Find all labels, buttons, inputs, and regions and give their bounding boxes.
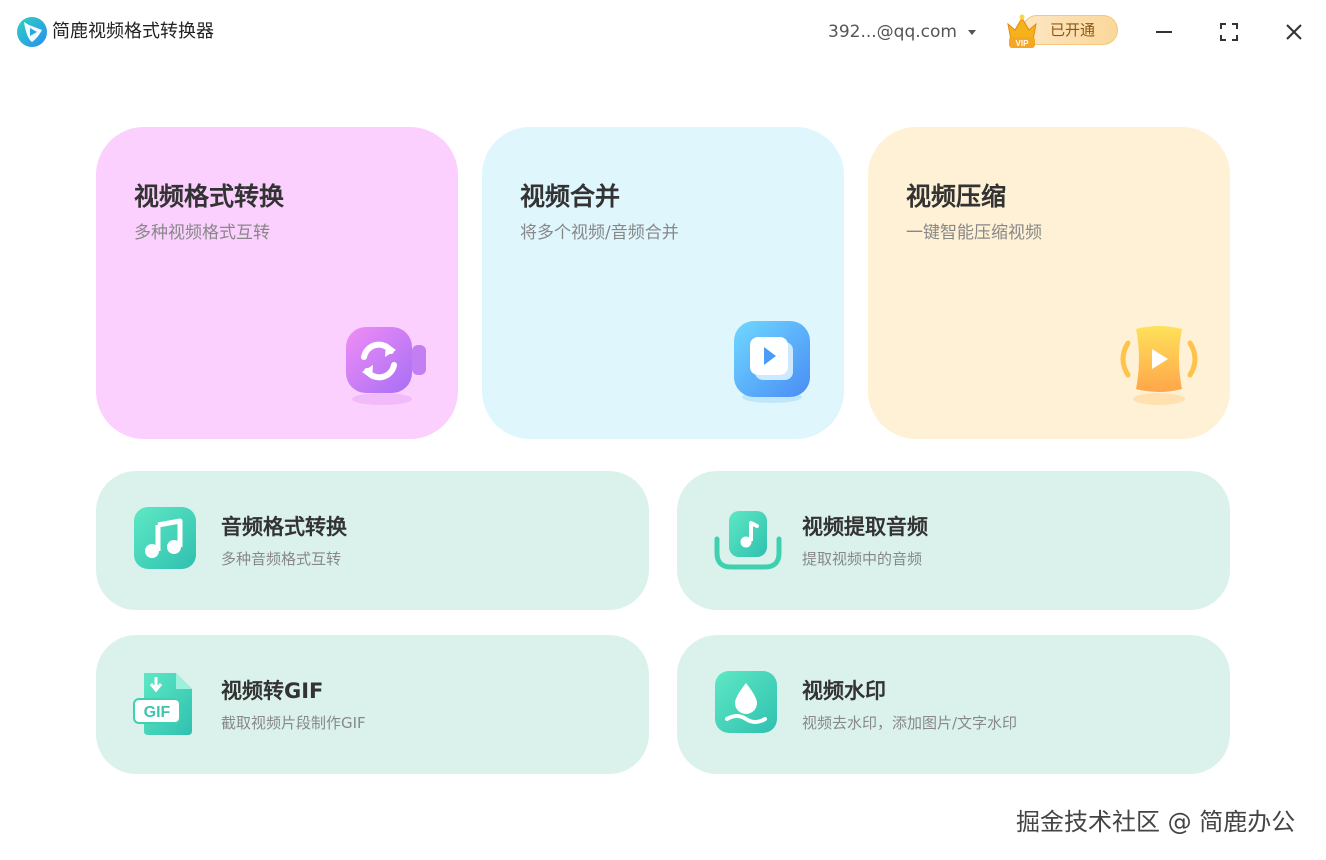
- gif-icon-text: GIF: [144, 704, 171, 721]
- card-title: 视频格式转换: [134, 182, 285, 211]
- video-merge-card[interactable]: 视频合并 将多个视频/音频合并: [482, 127, 844, 439]
- vip-status-button[interactable]: 已开通 VIP: [1004, 10, 1120, 52]
- video-compress-icon: [1120, 326, 1198, 405]
- crown-icon: VIP: [1007, 14, 1037, 48]
- extract-audio-icon: [714, 511, 782, 570]
- title-bar: 简鹿视频格式转换器 392...@qq.com 已开通 VIP: [0, 0, 1326, 64]
- card-subtitle: 视频去水印，添加图片/文字水印: [802, 714, 1018, 732]
- card-title: 视频转GIF: [221, 679, 324, 703]
- card-title: 视频提取音频: [802, 515, 928, 539]
- audio-format-convert-card[interactable]: 音频格式转换 多种音频格式互转: [96, 471, 649, 610]
- card-title: 音频格式转换: [221, 515, 347, 539]
- vip-status-label: 已开通: [1050, 21, 1096, 39]
- video-compress-card[interactable]: 视频压缩 一键智能压缩视频: [868, 127, 1230, 439]
- water-drop-icon: [715, 671, 777, 733]
- card-title: 视频合并: [520, 182, 621, 211]
- card-title: 视频水印: [802, 679, 886, 703]
- account-email[interactable]: 392...@qq.com: [828, 20, 957, 44]
- video-format-convert-card[interactable]: 视频格式转换 多种视频格式互转: [96, 127, 458, 439]
- card-title: 视频压缩: [906, 182, 1007, 211]
- video-to-gif-card[interactable]: GIF 视频转GIF 截取视频片段制作GIF: [96, 635, 649, 774]
- extract-audio-card[interactable]: 视频提取音频 提取视频中的音频: [677, 471, 1230, 610]
- app-logo-icon: [17, 17, 47, 47]
- card-subtitle: 多种音频格式互转: [221, 550, 342, 568]
- caret-down-icon[interactable]: [966, 22, 978, 42]
- minimize-icon[interactable]: [1150, 18, 1178, 46]
- video-merge-icon: [734, 321, 810, 403]
- card-subtitle: 提取视频中的音频: [802, 550, 923, 568]
- maximize-icon[interactable]: [1215, 18, 1243, 46]
- card-subtitle: 截取视频片段制作GIF: [221, 714, 366, 732]
- video-watermark-card[interactable]: 视频水印 视频去水印，添加图片/文字水印: [677, 635, 1230, 774]
- community-watermark: 掘金技术社区 @ 简鹿办公: [1016, 808, 1296, 836]
- card-subtitle: 多种视频格式互转: [134, 223, 270, 243]
- card-subtitle: 一键智能压缩视频: [906, 223, 1042, 243]
- video-convert-icon: [346, 327, 426, 405]
- app-title: 简鹿视频格式转换器: [52, 21, 214, 42]
- gif-file-icon: GIF: [133, 673, 192, 735]
- close-icon[interactable]: [1280, 18, 1308, 46]
- vip-badge-text: VIP: [1016, 39, 1030, 48]
- music-note-icon: [134, 507, 196, 569]
- card-subtitle: 将多个视频/音频合并: [520, 223, 679, 243]
